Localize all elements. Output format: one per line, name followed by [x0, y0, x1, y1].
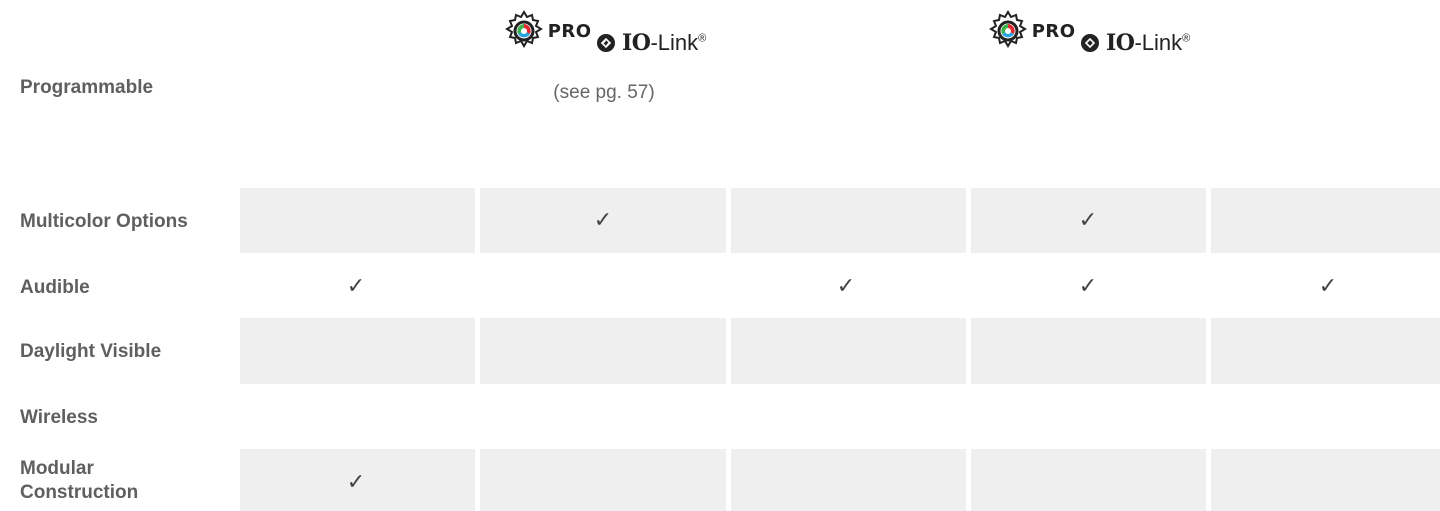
cell-daylight-4	[971, 318, 1206, 384]
checkmark-icon: ✓	[836, 273, 856, 298]
cell-modular-3	[731, 449, 966, 511]
checkmark-icon: ✓	[346, 273, 366, 298]
checkmark-icon: ✓	[1078, 273, 1098, 298]
row-label-modular: Modular Construction	[20, 458, 139, 503]
cell-daylight-3	[731, 318, 966, 384]
cell-multicolor-5	[1211, 188, 1440, 253]
pro-label: PRO	[547, 20, 592, 42]
io-link-logo-icon	[1081, 34, 1100, 52]
checkmark-icon: ✓	[346, 469, 366, 494]
cell-modular-5	[1211, 449, 1440, 511]
pro-badge: PRO	[502, 8, 592, 54]
io-link-logo: IO -Link®	[596, 30, 706, 56]
row-label-daylight: Daylight Visible	[20, 341, 162, 362]
programmable-cell-col4: PRO IO -Link®	[968, 8, 1208, 58]
gear-color-wheel-icon	[504, 10, 543, 48]
programmable-cell-col2: PRO IO -Link® (see pg. 57)	[484, 8, 724, 104]
pro-badge: PRO	[986, 8, 1076, 54]
cell-modular-2	[480, 449, 726, 511]
cell-multicolor-3	[731, 188, 966, 253]
checkmark-icon: ✓	[593, 207, 613, 232]
see-page-note: (see pg. 57)	[553, 82, 655, 103]
cell-daylight-5	[1211, 318, 1440, 384]
io-text: IO	[1106, 30, 1135, 56]
link-text: -Link®	[650, 30, 707, 55]
io-link-logo-icon	[597, 34, 616, 52]
row-label-audible: Audible	[20, 277, 90, 298]
row-label-programmable: Programmable	[20, 77, 154, 98]
link-text: -Link®	[1134, 30, 1191, 55]
cell-daylight-1	[240, 318, 475, 384]
cell-multicolor-1	[240, 188, 475, 253]
checkmark-icon: ✓	[1078, 207, 1098, 232]
gear-color-wheel-icon	[988, 10, 1027, 48]
row-label-multicolor: Multicolor Options	[20, 211, 188, 232]
checkmark-icon: ✓	[1318, 273, 1338, 298]
cell-modular-4	[971, 449, 1206, 511]
io-link-logo: IO -Link®	[1080, 30, 1190, 56]
io-text: IO	[622, 30, 651, 56]
row-label-wireless: Wireless	[20, 407, 98, 428]
cell-daylight-2	[480, 318, 726, 384]
pro-label: PRO	[1031, 20, 1076, 42]
